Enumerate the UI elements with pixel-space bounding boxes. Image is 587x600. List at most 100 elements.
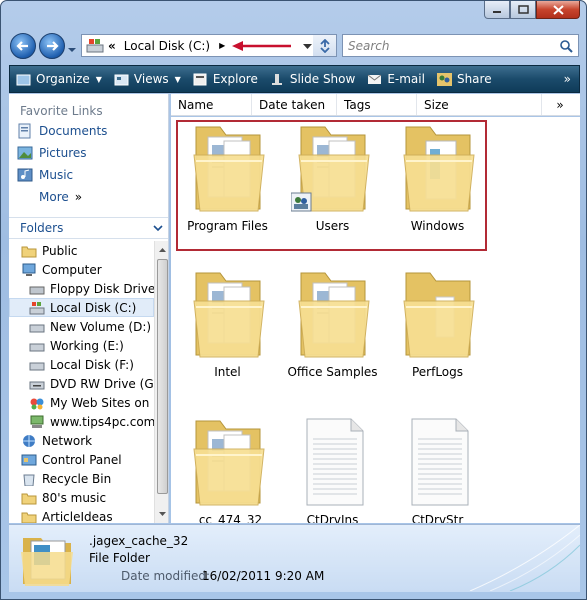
pictures-icon <box>17 146 33 160</box>
address-bar[interactable]: « Local Disk (C:) ▶ <box>81 34 318 57</box>
slideshow-button[interactable]: Slide Show <box>264 66 361 92</box>
close-icon <box>552 4 564 15</box>
back-arrow-icon <box>16 41 28 51</box>
column-name[interactable]: Name <box>171 94 252 115</box>
email-button[interactable]: E-mail <box>361 66 431 92</box>
close-button[interactable] <box>536 1 580 19</box>
folder-icon <box>21 246 37 257</box>
address-separator-arrow[interactable]: ▶ <box>219 41 225 50</box>
views-button[interactable]: Views ▼ <box>108 66 187 92</box>
tree-item-my-web-sites[interactable]: My Web Sites on M <box>9 393 163 412</box>
documents-icon <box>18 123 31 139</box>
navigation-scrollbar[interactable] <box>154 241 169 523</box>
folders-heading: Folders <box>20 221 64 235</box>
item-label: Program Files <box>187 219 268 233</box>
hard-drive-icon <box>29 343 45 351</box>
back-button[interactable] <box>10 33 36 59</box>
explore-icon <box>193 73 207 85</box>
column-overflow[interactable]: » <box>542 94 578 115</box>
explore-button[interactable]: Explore <box>187 66 264 92</box>
folder-icon <box>21 493 37 504</box>
column-tags-label: Tags <box>344 97 371 112</box>
drive-icon <box>86 38 104 52</box>
decorative-swoosh <box>469 525 580 591</box>
folder-item[interactable]: PerfLogs <box>385 267 490 379</box>
tree-item-tips4pc[interactable]: www.tips4pc.com <box>9 412 156 431</box>
tree-item-new-volume-d[interactable]: New Volume (D:) <box>9 317 154 336</box>
folder-item[interactable]: Program Files <box>175 121 280 233</box>
control-panel-icon <box>21 454 37 465</box>
windows-drive-icon <box>29 301 45 314</box>
chevron-down-icon: ▼ <box>174 74 181 84</box>
tree-label: My Web Sites on M <box>50 395 164 410</box>
more-chevron-icon: » <box>74 190 83 204</box>
hard-drive-icon <box>29 362 45 370</box>
address-chevrons[interactable]: « <box>108 39 116 53</box>
address-dropdown-button[interactable] <box>303 39 312 53</box>
search-box[interactable]: Search <box>342 34 579 57</box>
slideshow-icon <box>271 73 282 85</box>
share-icon <box>436 72 452 86</box>
toolbar-overflow-button[interactable]: » <box>558 66 579 92</box>
folder-item[interactable]: Windows <box>385 121 490 233</box>
folders-header[interactable]: Folders <box>9 217 168 239</box>
slideshow-label: Slide Show <box>289 72 356 86</box>
chevron-down-icon: ▼ <box>95 74 102 84</box>
maximize-button[interactable] <box>510 1 536 19</box>
minimize-button[interactable] <box>484 1 510 19</box>
column-date-taken[interactable]: Date taken <box>252 94 337 115</box>
folder-item[interactable]: Office Samples <box>280 267 385 379</box>
folder-item[interactable]: Users <box>280 121 385 233</box>
folder-item[interactable]: Intel <box>175 267 280 379</box>
folder-item[interactable]: _cc_474_32 <box>175 415 280 523</box>
text-file-icon <box>411 418 468 506</box>
tree-item-floppy[interactable]: Floppy Disk Drive (A <box>9 279 168 298</box>
tree-item-recycle-bin[interactable]: Recycle Bin <box>9 469 154 488</box>
recent-pages-dropdown[interactable] <box>67 42 77 56</box>
search-placeholder[interactable]: Search <box>348 39 390 53</box>
refresh-button[interactable] <box>313 34 337 57</box>
scroll-up-icon[interactable] <box>156 244 169 256</box>
folder-icon <box>402 126 475 212</box>
organize-button[interactable]: Organize ▼ <box>10 66 108 92</box>
tree-label: Local Disk (C:) <box>50 300 137 315</box>
item-label: Users <box>315 219 350 233</box>
tree-item-working-e[interactable]: Working (E:) <box>9 336 154 355</box>
tree-item-control-panel[interactable]: Control Panel <box>9 450 154 469</box>
network-drive-icon <box>30 415 44 428</box>
scrollbar-thumb[interactable] <box>157 259 168 494</box>
hard-drive-icon <box>29 324 45 332</box>
search-icon[interactable] <box>559 39 573 53</box>
favorite-more-link[interactable]: More » <box>9 186 168 208</box>
column-tags[interactable]: Tags <box>337 94 417 115</box>
column-size[interactable]: Size <box>417 94 542 115</box>
tree-item-dvd-g[interactable]: DVD RW Drive (G:) <box>9 374 162 393</box>
explorer-window: « Local Disk (C:) ▶ Search Organize ▼ Vi <box>0 0 587 600</box>
network-icon <box>23 434 35 447</box>
file-item[interactable]: CtDrvIns <box>280 415 385 523</box>
chevron-down-icon <box>153 224 163 231</box>
file-item[interactable]: CtDrvStr <box>385 415 490 523</box>
tree-label: Floppy Disk Drive (A <box>50 281 169 296</box>
tree-item-computer[interactable]: Computer <box>9 260 154 279</box>
tree-label: Recycle Bin <box>42 471 112 486</box>
forward-button[interactable] <box>39 33 65 59</box>
address-path[interactable]: Local Disk (C:) <box>124 39 210 53</box>
tree-item-80s-music[interactable]: 80's music <box>9 488 154 507</box>
tree-item-articleideas[interactable]: ArticleIdeas <box>9 507 154 523</box>
tree-label: 80's music <box>42 490 107 505</box>
explore-label: Explore <box>212 72 258 86</box>
tree-item-public[interactable]: Public <box>9 241 154 260</box>
scroll-down-icon[interactable] <box>156 508 169 520</box>
tree-item-local-disk-c[interactable]: Local Disk (C:) <box>9 298 154 317</box>
tree-label: www.tips4pc.com <box>50 414 156 429</box>
views-label: Views <box>133 72 169 86</box>
tree-item-local-disk-f[interactable]: Local Disk (F:) <box>9 355 154 374</box>
favorite-pictures[interactable]: Pictures <box>9 142 168 164</box>
details-date-value: 16/02/2011 9:20 AM <box>202 569 325 583</box>
tree-item-network[interactable]: Network <box>9 431 154 450</box>
favorite-music[interactable]: Music <box>9 164 168 186</box>
share-button[interactable]: Share <box>431 66 498 92</box>
navigation-pane: Favorite Links Documents Pictures Music … <box>9 94 169 523</box>
favorite-documents[interactable]: Documents <box>9 120 168 142</box>
